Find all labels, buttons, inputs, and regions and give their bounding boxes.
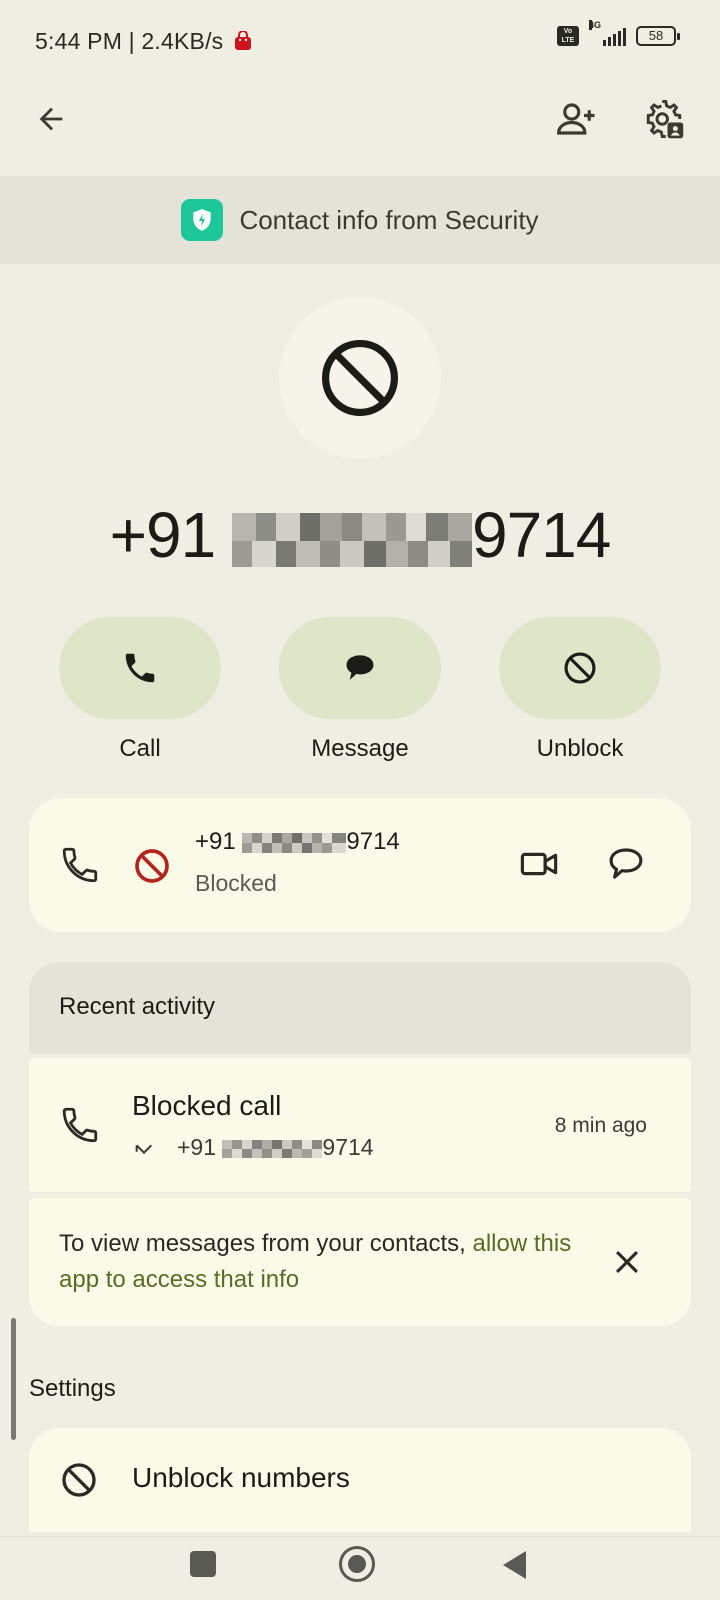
video-camera-icon bbox=[520, 852, 558, 876]
call-label: Call bbox=[119, 735, 161, 762]
video-call-button[interactable] bbox=[511, 836, 567, 892]
back-button[interactable] bbox=[23, 91, 79, 147]
unblock-label: Unblock bbox=[536, 735, 624, 762]
redacted-digits bbox=[222, 1139, 323, 1158]
circle-icon bbox=[348, 1555, 366, 1573]
block-icon bbox=[322, 340, 398, 416]
send-message-button[interactable] bbox=[598, 836, 654, 892]
person-add-icon bbox=[557, 103, 595, 135]
unblock-numbers-item[interactable]: Unblock numbers bbox=[29, 1428, 691, 1532]
recents-button[interactable] bbox=[190, 1551, 216, 1577]
message-label: Message bbox=[311, 735, 409, 762]
recent-item-number: +91 9714 bbox=[177, 1134, 374, 1161]
block-icon bbox=[62, 1463, 96, 1497]
phone-icon bbox=[125, 653, 155, 683]
nav-back-button[interactable] bbox=[500, 1549, 528, 1581]
settings-section-title: Settings bbox=[29, 1375, 116, 1402]
card-number: +91 9714 bbox=[195, 828, 400, 856]
phone-outline-icon bbox=[62, 847, 98, 883]
redacted-digits bbox=[242, 832, 347, 853]
recent-number-suffix: 9714 bbox=[322, 1134, 374, 1160]
card-status: Blocked bbox=[195, 870, 277, 896]
volte-icon: Vo LTE bbox=[557, 26, 579, 46]
unblock-numbers-label: Unblock numbers bbox=[132, 1462, 350, 1493]
network-type: 4G bbox=[589, 20, 602, 30]
card-number-prefix: +91 bbox=[195, 828, 243, 855]
redacted-digits bbox=[231, 513, 472, 568]
call-button[interactable] bbox=[59, 617, 221, 719]
battery-icon: 58 bbox=[636, 26, 680, 46]
shield-icon bbox=[193, 209, 212, 231]
contact-settings-icon bbox=[646, 100, 684, 139]
number-card[interactable]: +91 9714 Blocked bbox=[29, 798, 691, 932]
blocked-status-icon bbox=[135, 849, 169, 883]
contact-settings-button[interactable] bbox=[636, 91, 692, 147]
close-icon bbox=[615, 1250, 639, 1274]
unblock-button[interactable] bbox=[499, 617, 661, 719]
status-time: 5:44 PM | 2.4KB/s bbox=[35, 28, 252, 55]
phone-outline-icon bbox=[62, 1107, 98, 1143]
message-icon bbox=[346, 655, 374, 680]
security-app-icon bbox=[181, 199, 224, 241]
number-suffix: 9714 bbox=[471, 499, 611, 571]
recent-activity-item[interactable]: Blocked call +91 9714 8 min ago bbox=[29, 1058, 691, 1192]
security-banner[interactable]: Contact info from Security bbox=[0, 176, 720, 264]
contact-number: +91 9714 bbox=[0, 498, 720, 572]
message-button[interactable] bbox=[279, 617, 441, 719]
recent-number-prefix: +91 bbox=[177, 1134, 223, 1160]
signal-icon: 4G bbox=[589, 20, 626, 46]
status-icons: Vo LTE 4G 58 bbox=[557, 20, 680, 46]
chat-bubble-icon bbox=[609, 848, 643, 879]
status-time-text: 5:44 PM | 2.4KB/s bbox=[35, 28, 224, 54]
dismiss-info-button[interactable] bbox=[599, 1234, 655, 1290]
shopping-bag-icon bbox=[234, 30, 251, 50]
scroll-indicator[interactable] bbox=[11, 1318, 16, 1440]
status-bar: 5:44 PM | 2.4KB/s Vo LTE 4G 58 bbox=[0, 0, 720, 80]
info-text-body: To view messages from your contacts, bbox=[59, 1230, 473, 1257]
recent-activity-title: Recent activity bbox=[59, 993, 216, 1020]
recent-item-time: 8 min ago bbox=[554, 1114, 647, 1137]
arrow-back-icon bbox=[39, 107, 63, 131]
card-number-suffix: 9714 bbox=[346, 828, 400, 855]
avatar bbox=[279, 297, 441, 459]
incoming-call-arrow-icon bbox=[135, 1144, 153, 1155]
info-text: To view messages from your contacts, all… bbox=[59, 1226, 579, 1298]
home-button[interactable] bbox=[339, 1546, 375, 1582]
add-contact-button[interactable] bbox=[549, 91, 605, 147]
banner-text: Contact info from Security bbox=[239, 204, 539, 235]
navigation-bar bbox=[0, 1536, 720, 1600]
block-icon bbox=[564, 652, 596, 684]
recent-item-title: Blocked call bbox=[132, 1090, 282, 1121]
permission-info-card: To view messages from your contacts, all… bbox=[29, 1198, 691, 1326]
number-prefix: +91 bbox=[109, 499, 232, 571]
